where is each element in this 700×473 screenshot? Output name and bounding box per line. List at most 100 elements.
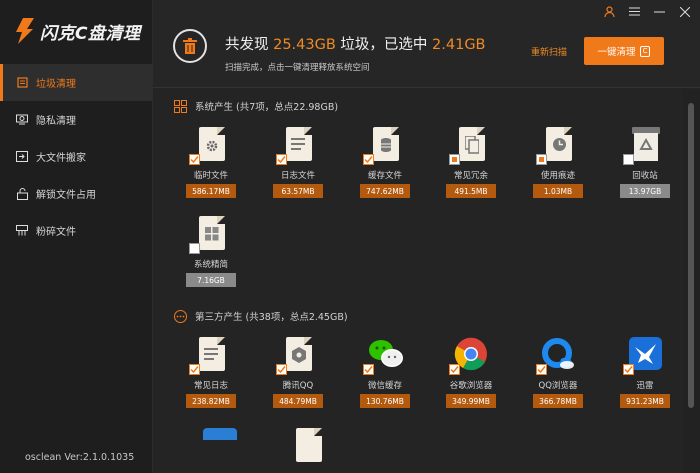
rescan-link[interactable]: 重新扫描 <box>531 45 567 58</box>
tile-size: 13.97GB <box>620 184 670 198</box>
tile-checkbox[interactable] <box>363 154 374 165</box>
section-system-title: 系统产生 (共7项，总点22.98GB) <box>195 102 339 113</box>
tile-checkbox[interactable] <box>363 364 374 375</box>
section-third-party-title: 第三方产生 (共38项，总点2.45GB) <box>195 312 348 323</box>
tile-partial-2[interactable] <box>278 428 338 464</box>
minimize-icon[interactable] <box>654 6 665 17</box>
gear-doc-icon <box>189 127 229 165</box>
sidebar: 闪克C盘清理 垃圾清理 隐私清理 大文件搬家 解锁文件占用 粉碎文件 oscle… <box>0 0 153 473</box>
tile-checkbox[interactable] <box>449 364 460 375</box>
tile-name: 使用痕迹 <box>540 171 575 181</box>
tile-system-slim[interactable]: 系统精简 7.16GB <box>181 216 241 287</box>
log-doc-icon <box>189 337 229 375</box>
trash-icon <box>16 77 28 89</box>
tile-log-files[interactable]: 日志文件 63.57MB <box>268 127 328 198</box>
sidebar-item-label: 解锁文件占用 <box>36 190 96 201</box>
tile-name: 迅雷 <box>636 381 654 391</box>
tile-checkbox[interactable] <box>623 364 634 375</box>
tile-size: 238.82MB <box>186 394 236 408</box>
doc-icon <box>290 428 326 464</box>
tile-name: 常见冗余 <box>453 171 488 181</box>
scan-status-subline: 扫描完成，点击一键清理释放系统空间 <box>225 63 370 73</box>
tile-size: 366.78MB <box>533 394 583 408</box>
tile-size: 491.5MB <box>446 184 496 198</box>
sidebar-item-label: 大文件搬家 <box>36 153 86 164</box>
shred-icon <box>16 225 28 237</box>
clean-shortcut-badge: C <box>639 45 651 57</box>
xunlei-icon <box>623 337 663 375</box>
tile-checkbox[interactable] <box>189 154 200 165</box>
tile-name: 腾讯QQ <box>282 381 314 391</box>
move-file-icon <box>16 151 28 163</box>
sidebar-item-large-file-move[interactable]: 大文件搬家 <box>0 138 153 175</box>
tile-checkbox[interactable] <box>449 154 460 165</box>
tile-checkbox[interactable] <box>189 243 200 254</box>
tile-size: 586.17MB <box>186 184 236 198</box>
tile-name: 谷歌浏览器 <box>449 381 493 391</box>
app-blue-icon <box>203 428 239 464</box>
tile-usage-traces[interactable]: 使用痕迹 1.03MB <box>528 127 588 198</box>
tile-recycle-bin[interactable]: 回收站 13.97GB <box>615 127 675 198</box>
tile-size: 349.99MB <box>446 394 496 408</box>
user-icon[interactable] <box>604 6 615 17</box>
close-icon[interactable] <box>679 6 690 17</box>
tile-temp-files[interactable]: 临时文件 586.17MB <box>181 127 241 198</box>
tile-partial-1[interactable] <box>191 428 251 464</box>
tile-size: 484.79MB <box>273 394 323 408</box>
tile-chrome[interactable]: 谷歌浏览器 349.99MB <box>441 337 501 408</box>
recycle-bin-icon <box>623 127 663 165</box>
unlock-icon <box>16 187 28 200</box>
selected-size: 2.41GB <box>432 37 486 53</box>
tile-wechat-cache[interactable]: 微信缓存 130.76MB <box>355 337 415 408</box>
app-window: 闪克C盘清理 垃圾清理 隐私清理 大文件搬家 解锁文件占用 粉碎文件 oscle… <box>0 0 700 473</box>
vertical-scrollbar[interactable] <box>683 89 700 473</box>
sidebar-item-label: 垃圾清理 <box>36 79 76 90</box>
more-circle-icon <box>174 309 187 323</box>
menu-icon[interactable] <box>629 6 640 17</box>
tile-cache-files[interactable]: 缓存文件 747.62MB <box>355 127 415 198</box>
tile-checkbox[interactable] <box>189 364 200 375</box>
qq-doc-icon <box>276 337 316 375</box>
privacy-icon <box>16 114 28 126</box>
scan-summary-text: 共发现 25.43GB 垃圾，已选中 2.41GB <box>225 33 486 54</box>
sidebar-item-privacy-clean[interactable]: 隐私清理 <box>0 101 153 138</box>
version-label: osclean Ver:2.1.0.1035 <box>25 452 135 463</box>
app-logo-text: 闪克C盘清理 <box>40 23 141 44</box>
sidebar-item-junk-clean[interactable]: 垃圾清理 <box>0 64 153 101</box>
trash-status-icon <box>173 29 207 63</box>
redundant-doc-icon <box>449 127 489 165</box>
tile-xunlei[interactable]: 迅雷 931.23MB <box>615 337 675 408</box>
scan-results-panel: 系统产生 (共7项，总点22.98GB) 临时文件 586.17MB 日志文件 … <box>153 89 683 473</box>
tile-checkbox[interactable] <box>536 154 547 165</box>
tile-qq-browser[interactable]: QQ浏览器 366.78MB <box>528 337 588 408</box>
sidebar-item-shred-file[interactable]: 粉碎文件 <box>0 212 153 249</box>
tile-size: 130.76MB <box>360 394 410 408</box>
tile-name: 微信缓存 <box>367 381 402 391</box>
tile-size: 747.62MB <box>360 184 410 198</box>
tile-name: 临时文件 <box>193 171 228 181</box>
tile-size: 63.57MB <box>273 184 323 198</box>
one-click-clean-button[interactable]: 一键清理 C <box>584 37 664 65</box>
tile-tencent-qq[interactable]: 腾讯QQ 484.79MB <box>268 337 328 408</box>
window-controls <box>604 6 690 17</box>
windows-doc-icon <box>189 216 229 254</box>
tile-checkbox[interactable] <box>276 154 287 165</box>
tile-common-logs[interactable]: 常见日志 238.82MB <box>181 337 241 408</box>
tile-common-redundant[interactable]: 常见冗余 491.5MB <box>441 127 501 198</box>
scrollbar-thumb[interactable] <box>688 103 694 408</box>
found-size: 25.43GB <box>273 37 336 53</box>
tile-checkbox[interactable] <box>623 154 634 165</box>
section-third-party-header: 第三方产生 (共38项，总点2.45GB) <box>174 309 348 323</box>
tile-checkbox[interactable] <box>536 364 547 375</box>
log-doc-icon <box>276 127 316 165</box>
tile-name: 缓存文件 <box>367 171 402 181</box>
wechat-icon <box>363 337 403 375</box>
cache-doc-icon <box>363 127 403 165</box>
scan-summary-header: 共发现 25.43GB 垃圾，已选中 2.41GB 扫描完成，点击一键清理释放系… <box>153 0 700 88</box>
sidebar-item-unlock-file[interactable]: 解锁文件占用 <box>0 175 153 212</box>
sidebar-item-label: 粉碎文件 <box>36 227 76 238</box>
app-logo: 闪克C盘清理 <box>14 14 140 48</box>
tile-name: QQ浏览器 <box>538 381 578 391</box>
clock-doc-icon <box>536 127 576 165</box>
tile-checkbox[interactable] <box>276 364 287 375</box>
